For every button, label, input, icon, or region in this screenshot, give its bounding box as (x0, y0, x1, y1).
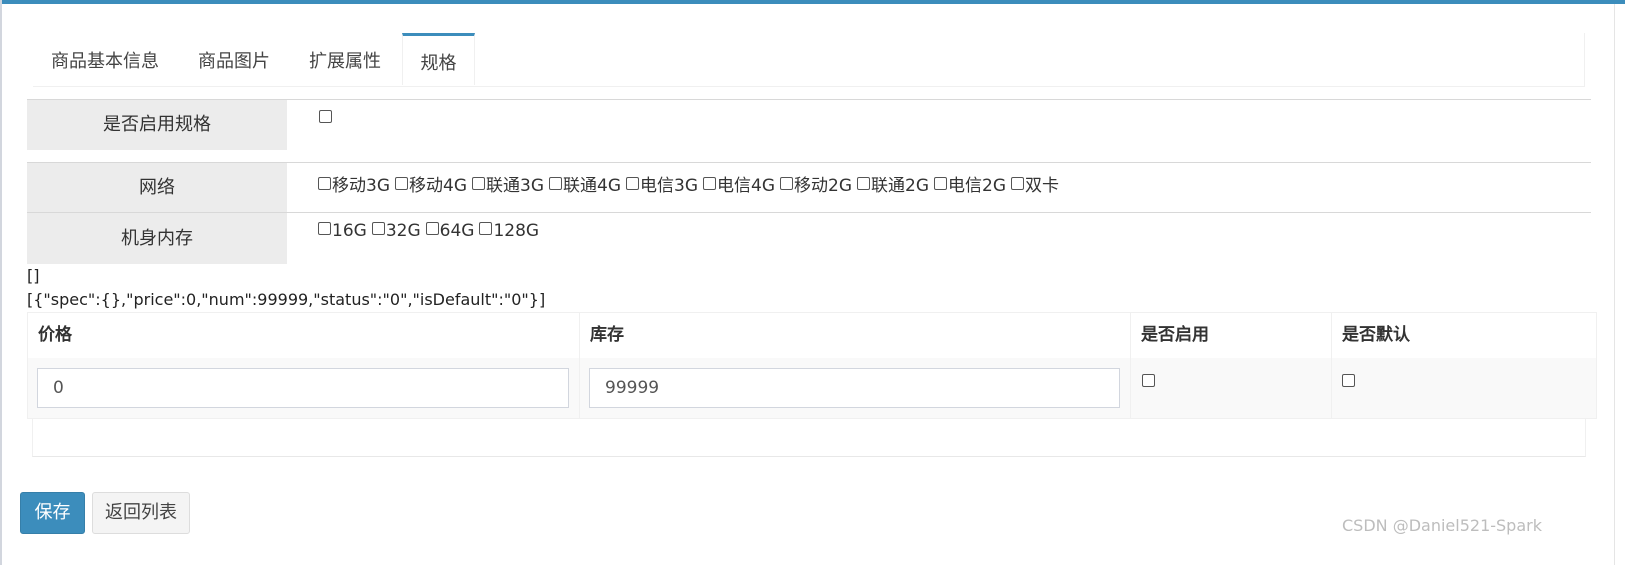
spec-option-checkbox[interactable] (934, 176, 947, 190)
spec-option-label: 双卡 (1025, 176, 1059, 196)
spec-option-checkbox[interactable] (626, 176, 639, 190)
enable-spec-label: 是否启用规格 (27, 100, 287, 150)
header-default: 是否默认 (1342, 325, 1410, 345)
spec-option-label: 电信3G (640, 176, 698, 196)
spec-option-checkbox[interactable] (1011, 176, 1024, 190)
sku-table-header: 价格 库存 是否启用 是否默认 (28, 313, 1596, 360)
watermark: CSDN @Daniel521-Spark (1342, 516, 1542, 535)
spec-label-memory: 机身内存 (27, 213, 287, 264)
spec-option-checkbox[interactable] (318, 176, 331, 190)
spec-option-checkbox[interactable] (479, 221, 493, 235)
enable-spec-checkbox[interactable] (319, 110, 332, 123)
enable-spec-row: 是否启用规格 (27, 99, 1591, 150)
header-enabled: 是否启用 (1141, 325, 1209, 345)
spec-option-checkbox[interactable] (318, 221, 331, 235)
header-price: 价格 (38, 325, 72, 345)
spec-options-network: 移动3G 移动4G 联通3G 联通4G 电信3G 电信4G 移动2G 联通2G 电信2G 双卡 (318, 171, 1064, 196)
spec-option[interactable]: 联通3G (472, 171, 544, 196)
spec-option[interactable]: 32G (371, 221, 421, 241)
tab-basic-info[interactable]: 商品基本信息 (51, 33, 159, 86)
price-input[interactable]: 0 (37, 368, 569, 408)
spec-option-checkbox[interactable] (857, 176, 870, 190)
spec-label-network: 网络 (27, 163, 287, 213)
spec-option[interactable]: 移动3G (318, 171, 390, 196)
spec-option-label: 移动4G (409, 176, 467, 196)
spec-option[interactable]: 联通4G (549, 171, 621, 196)
spec-option-label: 联通4G (563, 176, 621, 196)
spec-option-checkbox[interactable] (780, 176, 793, 190)
spec-option-checkbox[interactable] (703, 176, 716, 190)
top-accent-bar (0, 0, 1625, 4)
spec-option[interactable]: 电信2G (934, 171, 1006, 196)
spec-option-label: 128G (493, 221, 540, 241)
tab-ext-attrs[interactable]: 扩展属性 (309, 33, 381, 86)
spec-option-label: 64G (439, 221, 475, 241)
sku-table: 价格 库存 是否启用 是否默认 0 99999 (27, 312, 1597, 419)
spec-option-label: 电信4G (717, 176, 775, 196)
spec-option-label: 联通3G (486, 176, 544, 196)
tab-bar: 商品基本信息 商品图片 扩展属性 规格 (33, 33, 1585, 87)
default-checkbox[interactable] (1342, 374, 1355, 387)
spec-option-checkbox[interactable] (425, 221, 439, 235)
spec-option-label: 32G (385, 221, 421, 241)
spec-option-checkbox[interactable] (395, 176, 408, 190)
spec-row-network: 网络 移动3G 移动4G 联通3G 联通4G 电信3G 电信4G 移动2G 联通2G 电信2G 双… (27, 162, 1591, 213)
enabled-checkbox[interactable] (1142, 374, 1155, 387)
spec-option[interactable]: 16G (318, 221, 367, 241)
save-button[interactable]: 保存 (20, 492, 85, 534)
left-border (0, 0, 2, 565)
spec-option-label: 16G (332, 221, 367, 241)
spec-option-checkbox[interactable] (371, 221, 385, 235)
spec-option[interactable]: 移动4G (395, 171, 467, 196)
spec-row-memory: 机身内存 16G 32G 64G 128G (27, 212, 1591, 264)
spec-option-label: 移动3G (332, 176, 390, 196)
tab-spec[interactable]: 规格 (402, 33, 475, 85)
spec-option[interactable]: 移动2G (780, 171, 852, 196)
header-stock: 库存 (590, 325, 624, 345)
spec-options-memory: 16G 32G 64G 128G (318, 221, 544, 241)
spec-option-checkbox[interactable] (549, 176, 562, 190)
spec-option[interactable]: 128G (479, 221, 539, 241)
spec-option-checkbox[interactable] (472, 176, 485, 190)
table-row: 0 99999 (28, 358, 1596, 418)
right-border (1614, 4, 1615, 565)
spec-option-label: 电信2G (948, 176, 1006, 196)
spec-option-label: 联通2G (871, 176, 929, 196)
spec-option-label: 移动2G (794, 176, 852, 196)
stock-input[interactable]: 99999 (589, 368, 1120, 408)
tab-images[interactable]: 商品图片 (198, 33, 270, 86)
debug-sku-list: [{"spec":{},"price":0,"num":99999,"statu… (27, 290, 546, 309)
box-footer (32, 419, 1586, 457)
spec-option[interactable]: 电信3G (626, 171, 698, 196)
spec-option[interactable]: 双卡 (1011, 171, 1059, 196)
spec-option[interactable]: 64G (425, 221, 475, 241)
spec-option[interactable]: 电信4G (703, 171, 775, 196)
spec-option[interactable]: 联通2G (857, 171, 929, 196)
back-to-list-button[interactable]: 返回列表 (92, 492, 190, 534)
debug-spec-list: [] (27, 266, 40, 285)
